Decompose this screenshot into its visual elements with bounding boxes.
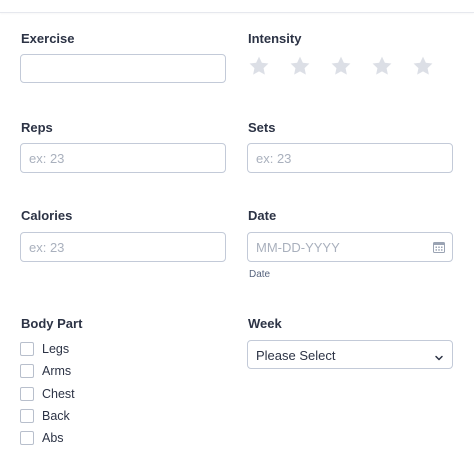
star-icon[interactable] [248, 55, 270, 77]
sets-label: Sets [248, 120, 276, 135]
checkbox-label: Arms [42, 364, 72, 378]
checkbox-label: Legs [42, 342, 70, 356]
exercise-input[interactable] [20, 54, 226, 83]
checkbox-label: Abs [42, 431, 64, 445]
star-icon[interactable] [289, 55, 311, 77]
checkbox[interactable] [20, 364, 34, 378]
checkbox-option[interactable]: Arms [20, 363, 71, 379]
exercise-label: Exercise [21, 31, 75, 46]
checkbox-option[interactable]: Chest [20, 386, 75, 402]
week-label: Week [248, 316, 282, 331]
star-icon[interactable] [371, 55, 393, 77]
date-sublabel: Date [249, 269, 271, 280]
checkbox[interactable] [20, 387, 34, 401]
checkbox-option[interactable]: Legs [20, 341, 69, 357]
star-icon[interactable] [412, 55, 434, 77]
calories-input[interactable] [20, 232, 226, 262]
calendar-icon[interactable] [433, 240, 445, 253]
checkbox[interactable] [20, 431, 34, 445]
week-select[interactable]: Please Select [247, 340, 453, 369]
checkbox-label: Back [42, 409, 70, 423]
reps-input[interactable] [20, 143, 226, 173]
date-label: Date [248, 208, 277, 223]
checkbox[interactable] [20, 342, 34, 356]
week-selected-value: Please Select [256, 348, 336, 363]
checkbox-label: Chest [42, 387, 75, 401]
star-icon[interactable] [330, 55, 352, 77]
sets-input[interactable] [247, 143, 453, 173]
checkbox-option[interactable]: Abs [20, 430, 64, 446]
calories-label: Calories [21, 208, 73, 223]
body-part-label: Body Part [21, 316, 83, 331]
reps-label: Reps [21, 120, 53, 135]
top-divider [0, 0, 474, 13]
checkbox-option[interactable]: Back [20, 408, 70, 424]
chevron-down-icon [434, 350, 444, 361]
checkbox[interactable] [20, 409, 34, 423]
intensity-label: Intensity [248, 31, 302, 46]
date-input[interactable] [247, 232, 453, 262]
